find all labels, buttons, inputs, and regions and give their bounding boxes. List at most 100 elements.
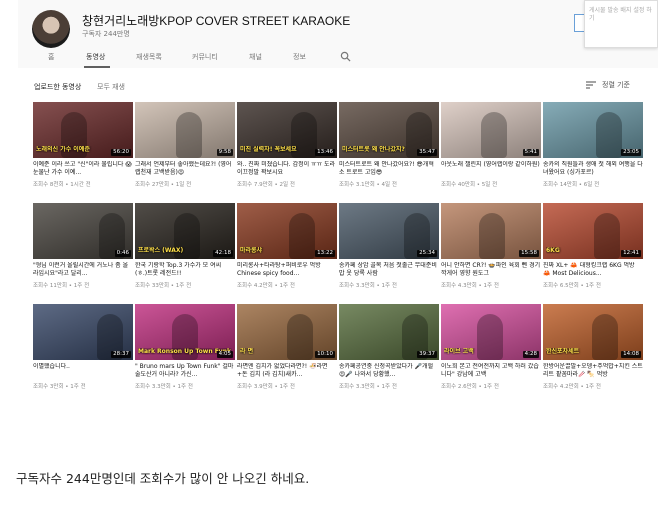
subscriber-count: 구독자 244만명: [82, 30, 130, 38]
video-thumbnail[interactable]: 0:46: [33, 203, 133, 259]
video-card[interactable]: 15:58 어니 안하면 CR?! 🍲파인 육회 뻰 경기깍게어 영향 원도그조회…: [441, 203, 541, 298]
video-thumbnail[interactable]: 미스터트롯 왜 안나갔지? 35:47: [339, 102, 439, 158]
video-meta: 조회수 11만회 • 1주 전: [33, 283, 90, 289]
sort-icon[interactable]: [586, 81, 596, 89]
video-title[interactable]: " Bruno mars Up Town Funk" 걸마 술도산거 아니라? …: [135, 363, 235, 379]
video-duration: 9:58: [216, 149, 233, 156]
thumbnail-figure: [176, 112, 202, 158]
video-card[interactable]: 한신포차세트 14:08 한방어운끌발+오뎅+주먹밥+치킨 스트리트 팥꼼마라🥢 🍢…: [543, 304, 643, 399]
video-meta: 조회수 8천회 • 1시간 전: [33, 182, 91, 188]
tab-home[interactable]: 홈: [48, 52, 54, 62]
video-title[interactable]: 와.. 진짜 미쳤습니다. 감정이 ㅠㅠ 도라이끄정말 꽉보시요: [237, 161, 337, 177]
video-duration: 0:46: [114, 250, 131, 257]
video-thumbnail[interactable]: 23:05: [543, 102, 643, 158]
video-title[interactable]: 라면엔 김치가 없었다라면?! 🍜라면+돈 김치 (라 김치)새카...: [237, 363, 337, 379]
video-thumbnail[interactable]: 미친 실력자! 꼭보세요 13:46: [237, 102, 337, 158]
tab-videos[interactable]: 동영상: [86, 52, 105, 62]
video-card[interactable]: 라이브 고백 4:28 이노희 본고 전여전까지 고백 하러 갔습니다" 강남에 고…: [441, 304, 541, 399]
video-title[interactable]: 이별했습니다..: [33, 363, 133, 379]
video-meta: 조회수 3만회 • 1주 전: [33, 384, 86, 390]
video-meta: 조회수 27만회 • 1일 전: [135, 182, 192, 188]
video-card[interactable]: 28:37 이별했습니다.. 조회수 3만회 • 1주 전: [33, 304, 133, 399]
video-duration: 23:05: [621, 149, 641, 156]
video-meta: 조회수 3.3만회 • 1주 전: [339, 384, 397, 390]
video-card[interactable]: 노래의신 가수 이예준 56:20 이예준 이라 쓰고 "신"이라 불립니다 😱눈물…: [33, 102, 133, 197]
channel-name: 창현거리노래방KPOP COVER STREET KARAOKE: [82, 14, 351, 28]
thumbnail-figure: [596, 112, 622, 158]
video-duration: 5:41: [522, 149, 539, 156]
video-thumbnail[interactable]: 라 면 10:10: [237, 304, 337, 360]
section-title: 업로드한 동영상: [34, 83, 82, 91]
video-duration: 42:18: [213, 250, 233, 257]
video-card[interactable]: 9:58 그래서 언제부터 좋아했는데요?! (영어랩천재 고백받음)😍 조회수 2…: [135, 102, 235, 197]
thumbnail-figure: [481, 112, 507, 158]
video-thumbnail[interactable]: 15:58: [441, 203, 541, 259]
video-card[interactable]: 6KG 12:41 진짜 XL+ 🦀 대형킹크랩 6KG 먹방 🦀 Most Del…: [543, 203, 643, 298]
video-meta: 조회수 3.9만회 • 1주 전: [237, 384, 295, 390]
video-title[interactable]: 한방어운끌발+오뎅+주먹밥+치킨 스트리트 팥꼼마라🥢 🍢 먹방: [543, 363, 643, 379]
video-duration: 35:47: [417, 149, 437, 156]
video-card[interactable]: 39:37 송카페공연중 신청곡받았다가 🎤개헐😍🎤 나와서 당황했... 조회수 …: [339, 304, 439, 399]
video-title[interactable]: 송카의 직원들과 생애 첫 해외 여행을 다녀왔어요 (싱가포르): [543, 161, 643, 177]
video-meta: 조회수 3.3만회 • 1주 전: [135, 384, 193, 390]
video-card[interactable]: 5:41 아웃노래 챌린지 (영어랩이랑 같이하원) 조회수 40만회 • 5일 전: [441, 102, 541, 197]
video-thumbnail[interactable]: 프로왁스 (WAX) 42:18: [135, 203, 235, 259]
video-card[interactable]: 라 면 10:10 라면엔 김치가 없었다라면?! 🍜라면+돈 김치 (라 김치)새…: [237, 304, 337, 399]
video-title[interactable]: 어니 안하면 CR?! 🍲파인 육회 뻰 경기깍게어 영향 원도그: [441, 262, 541, 278]
tab-about[interactable]: 정보: [293, 52, 306, 62]
video-meta: 조회수 4.3만회 • 1주 전: [441, 283, 499, 289]
video-thumbnail[interactable]: 9:58: [135, 102, 235, 158]
channel-avatar[interactable]: [32, 10, 70, 48]
sort-button[interactable]: 정렬 기준: [602, 80, 630, 90]
video-duration: 14:08: [621, 351, 641, 358]
video-duration: 15:58: [519, 250, 539, 257]
video-thumbnail[interactable]: Mark Ronson Up Town Funk 4:05: [135, 304, 235, 360]
video-title[interactable]: 미리롱사+타라탕+퍼비로우 먹방 Chinese spicy food...: [237, 262, 337, 278]
video-meta: 조회수 3.1만회 • 4일 전: [339, 182, 397, 188]
play-all-button[interactable]: 모두 재생: [97, 82, 125, 92]
channel-tabs: 홈 동영상 재생목록 커뮤니티 채널 정보: [18, 46, 658, 68]
video-card[interactable]: 0:46 "형님 이런거 올릴시간에 거노나 좀 올라입시요"라고 달리... 조회…: [33, 203, 133, 298]
video-duration: 39:37: [417, 351, 437, 358]
tab-community[interactable]: 커뮤니티: [192, 52, 218, 62]
video-thumbnail[interactable]: 39:37: [339, 304, 439, 360]
video-duration: 25:34: [417, 250, 437, 257]
youtube-channel-screenshot: 창현거리노래방KPOP COVER STREET KARAOKE 구독자 244…: [18, 0, 658, 400]
video-duration: 13:46: [315, 149, 335, 156]
video-thumbnail[interactable]: 25:34: [339, 203, 439, 259]
video-thumbnail[interactable]: 라이브 고백 4:28: [441, 304, 541, 360]
video-duration: 13:22: [315, 250, 335, 257]
video-thumbnail[interactable]: 한신포차세트 14:08: [543, 304, 643, 360]
video-thumbnail[interactable]: 5:41: [441, 102, 541, 158]
video-card[interactable]: 23:05 송카의 직원들과 생애 첫 해외 여행을 다녀왔어요 (싱가포르) 조회…: [543, 102, 643, 197]
search-icon[interactable]: [340, 51, 351, 62]
video-meta: 조회수 4.2만회 • 1주 전: [237, 283, 295, 289]
video-card[interactable]: Mark Ronson Up Town Funk 4:05 " Bruno mars…: [135, 304, 235, 399]
video-title[interactable]: 이예준 이라 쓰고 "신"이라 불립니다 😱눈물난 가수 이예...: [33, 161, 133, 177]
video-title[interactable]: 송카페공연중 신청곡받았다가 🎤개헐😍🎤 나와서 당황했...: [339, 363, 439, 379]
video-thumbnail[interactable]: 28:37: [33, 304, 133, 360]
video-title[interactable]: 아웃노래 챌린지 (영어랩이랑 같이하원): [441, 161, 541, 177]
video-thumbnail[interactable]: 노래의신 가수 이예준 56:20: [33, 102, 133, 158]
video-title[interactable]: 그래서 언제부터 좋아했는데요?! (영어랩천재 고백받음)😍: [135, 161, 235, 177]
video-duration: 28:37: [111, 351, 131, 358]
video-thumbnail[interactable]: 마라롱샤 13:22: [237, 203, 337, 259]
video-thumbnail[interactable]: 6KG 12:41: [543, 203, 643, 259]
video-title[interactable]: 진짜 XL+ 🦀 대형킹크랩 6KG 먹방 🦀 Most Delicious..…: [543, 262, 643, 278]
video-card[interactable]: 미스터트롯 왜 안나갔지? 35:47 미스터트로트 왜 안나갔어요?! 😎개혁 소…: [339, 102, 439, 197]
tab-channels[interactable]: 채널: [249, 52, 262, 62]
video-card[interactable]: 프로왁스 (WAX) 42:18 한국 기랑학 Top.3 가수가 모 여씨 (ㅎ.…: [135, 203, 235, 298]
post-caption: 구독자수 244만명인데 조회수가 많이 안 나오긴 하네요.: [16, 471, 310, 486]
video-title[interactable]: 송카페 상암 골목 처음 첫출근 무대준비 밥 옷 당록 사람: [339, 262, 439, 278]
video-title[interactable]: 미스터트로트 왜 안나갔어요?! 😎개혁 소 트로트 고임😎: [339, 161, 439, 177]
tab-playlists[interactable]: 재생목록: [136, 52, 162, 62]
video-duration: 4:28: [522, 351, 539, 358]
video-title[interactable]: 이노희 본고 전여전까지 고백 하러 갔습니다" 강남에 고백: [441, 363, 541, 379]
video-meta: 조회수 6.5만회 • 1주 전: [543, 283, 601, 289]
video-meta: 조회수 33만회 • 1주 전: [135, 283, 192, 289]
video-card[interactable]: 마라롱샤 13:22 미리롱사+타라탕+퍼비로우 먹방 Chinese spicy …: [237, 203, 337, 298]
video-title[interactable]: 한국 기랑학 Top.3 가수가 모 여씨 (ㅎ.)트롯 레전드!!: [135, 262, 235, 278]
video-card[interactable]: 25:34 송카페 상암 골목 처음 첫출근 무대준비 밥 옷 당록 사람 조회수 …: [339, 203, 439, 298]
video-card[interactable]: 미친 실력자! 꼭보세요 13:46 와.. 진짜 미쳤습니다. 감정이 ㅠㅠ 도라…: [237, 102, 337, 197]
video-title[interactable]: "형님 이런거 올릴시간에 거노나 좀 올라입시요"라고 달리...: [33, 262, 133, 278]
